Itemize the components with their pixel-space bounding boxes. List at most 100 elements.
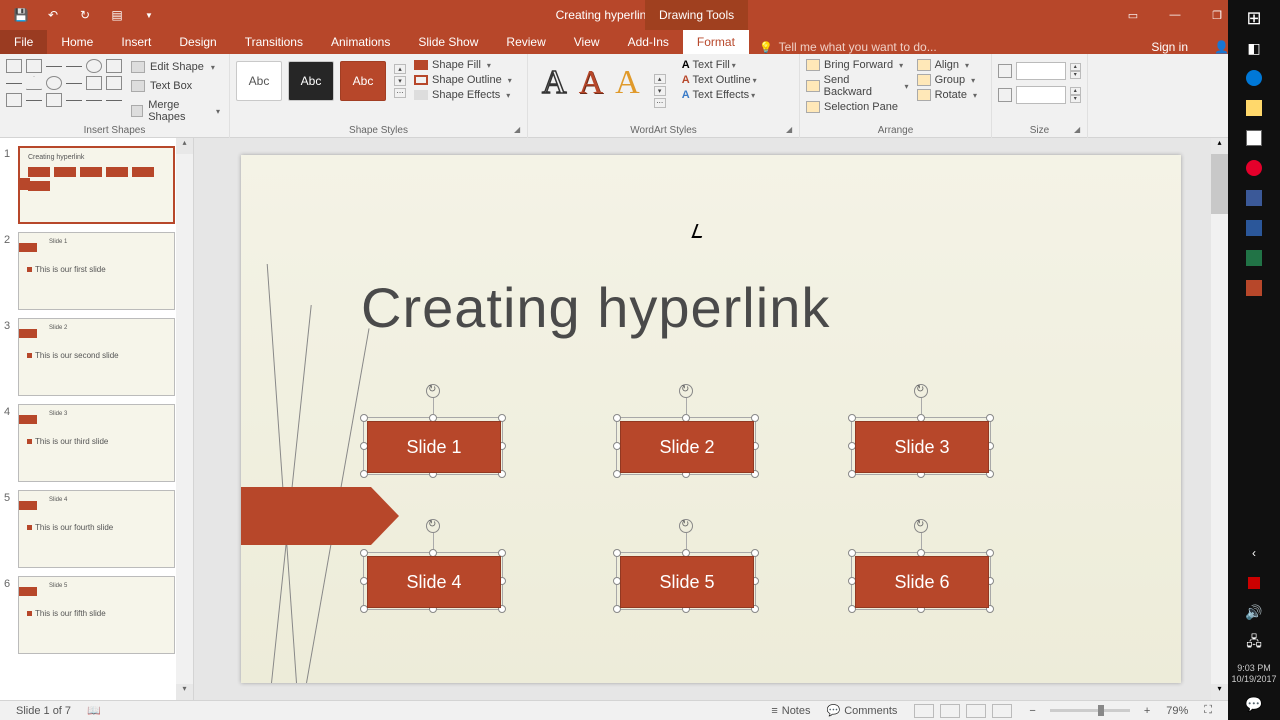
thumbnail-scrollbar[interactable]: ▴ ▾ xyxy=(176,138,193,700)
wordart-preset-1[interactable]: A xyxy=(542,64,567,108)
shape-hyperlink-3[interactable]: Slide 3 xyxy=(851,417,991,475)
height-input[interactable] xyxy=(1016,62,1066,80)
tell-me-search[interactable]: 💡Tell me what you want to do... xyxy=(749,40,937,54)
canvas-scrollbar[interactable]: ▴▾ xyxy=(1211,138,1228,700)
tab-addins[interactable]: Add-Ins xyxy=(614,30,683,54)
zoom-out-button[interactable]: − xyxy=(1021,705,1043,717)
redo-icon[interactable]: ↻ xyxy=(76,6,94,24)
slide-counter[interactable]: Slide 1 of 7 xyxy=(8,705,79,717)
wordart-gallery-more[interactable]: ▴▾⋯ xyxy=(652,64,666,108)
slide-title[interactable]: Creating hyperlink xyxy=(361,275,830,340)
minimize-icon[interactable]: — xyxy=(1154,0,1196,30)
taskbar-word[interactable] xyxy=(1239,214,1269,242)
start-from-beginning-icon[interactable]: ▤ xyxy=(108,6,126,24)
ribbon-display-options-icon[interactable]: ▭ xyxy=(1112,0,1154,30)
rotate-handle[interactable] xyxy=(679,519,693,533)
zoom-in-button[interactable]: + xyxy=(1136,705,1158,717)
shape-styles-dialog-launcher[interactable]: ◢ xyxy=(514,125,524,135)
slide-canvas[interactable]: Creating hyperlink Slide 1 Slide 2 Slide 3… xyxy=(241,155,1181,683)
notes-button[interactable]: ≡ Notes xyxy=(763,705,818,717)
shape-hyperlink-5[interactable]: Slide 5 xyxy=(616,552,756,610)
shape-hyperlink-1[interactable]: Slide 1 xyxy=(363,417,503,475)
shape-style-gallery[interactable]: Abc Abc Abc ▴▾⋯ xyxy=(236,56,406,101)
scroll-down-icon[interactable]: ▾ xyxy=(176,684,193,700)
system-clock[interactable]: 9:03 PM10/19/2017 xyxy=(1231,659,1276,690)
style-preset-2[interactable]: Abc xyxy=(288,61,334,101)
width-input[interactable] xyxy=(1016,86,1066,104)
tray-chevron-icon[interactable]: ‹ xyxy=(1239,539,1269,567)
sign-in-link[interactable]: Sign in xyxy=(1139,40,1200,54)
text-effects-button[interactable]: A Text Effects▾ xyxy=(682,89,757,101)
shape-height-field[interactable]: ▴▾ xyxy=(998,62,1081,80)
tab-file[interactable]: File xyxy=(0,30,47,54)
tab-view[interactable]: View xyxy=(560,30,614,54)
tab-home[interactable]: Home xyxy=(47,30,107,54)
tray-network-icon[interactable]: 🖧 xyxy=(1239,629,1269,657)
text-fill-button[interactable]: A Text Fill▾ xyxy=(682,59,757,71)
taskbar-facebook[interactable] xyxy=(1239,184,1269,212)
shape-hyperlink-2[interactable]: Slide 2 xyxy=(616,417,756,475)
send-backward-button[interactable]: Send Backward▾ xyxy=(806,74,909,98)
undo-icon[interactable]: ↶ xyxy=(44,6,62,24)
bring-forward-button[interactable]: Bring Forward▾ xyxy=(806,59,909,71)
shape-outline-button[interactable]: Shape Outline▾ xyxy=(414,74,512,86)
rotate-handle[interactable] xyxy=(426,519,440,533)
zoom-level[interactable]: 79% xyxy=(1158,705,1196,717)
tab-design[interactable]: Design xyxy=(165,30,230,54)
tab-insert[interactable]: Insert xyxy=(107,30,165,54)
taskbar-store[interactable] xyxy=(1239,124,1269,152)
tab-format[interactable]: Format xyxy=(683,30,749,54)
thumbnail-slide-4[interactable]: 4Slide 3This is our third slide xyxy=(4,404,189,482)
save-icon[interactable]: 💾 xyxy=(12,6,30,24)
rotate-handle[interactable] xyxy=(914,384,928,398)
thumbnail-slide-1[interactable]: 1Creating hyperlink xyxy=(4,146,189,224)
wordart-preset-3[interactable]: A xyxy=(615,64,640,108)
text-outline-button[interactable]: A Text Outline▾ xyxy=(682,74,757,86)
spell-check-icon[interactable]: 📖 xyxy=(79,704,109,717)
text-box-button[interactable]: Text Box xyxy=(128,78,223,94)
shape-fill-button[interactable]: Shape Fill▾ xyxy=(414,59,512,71)
thumbnail-slide-3[interactable]: 3Slide 2This is our second slide xyxy=(4,318,189,396)
shape-width-field[interactable]: ▴▾ xyxy=(998,86,1081,104)
tab-transitions[interactable]: Transitions xyxy=(231,30,317,54)
tab-slideshow[interactable]: Slide Show xyxy=(404,30,492,54)
shapes-gallery[interactable] xyxy=(6,56,122,125)
tray-volume-icon[interactable]: 🔊 xyxy=(1239,599,1269,627)
wordart-dialog-launcher[interactable]: ◢ xyxy=(786,125,796,135)
style-preset-1[interactable]: Abc xyxy=(236,61,282,101)
style-preset-3[interactable]: Abc xyxy=(340,61,386,101)
taskbar-excel[interactable] xyxy=(1239,244,1269,272)
taskbar-edge[interactable] xyxy=(1239,64,1269,92)
shape-effects-button[interactable]: Shape Effects▾ xyxy=(414,89,512,101)
shape-hyperlink-6[interactable]: Slide 6 xyxy=(851,552,991,610)
merge-shapes-button[interactable]: Merge Shapes▾ xyxy=(128,97,223,125)
rotate-handle[interactable] xyxy=(679,384,693,398)
scroll-up-icon[interactable]: ▴ xyxy=(176,138,193,154)
thumbnail-slide-2[interactable]: 2Slide 1This is our first slide xyxy=(4,232,189,310)
group-button[interactable]: Group▾ xyxy=(917,74,977,86)
start-button[interactable]: ⊞ xyxy=(1239,4,1269,32)
taskbar-opera[interactable] xyxy=(1239,154,1269,182)
thumbnail-slide-5[interactable]: 5Slide 4This is our fourth slide xyxy=(4,490,189,568)
zoom-slider[interactable] xyxy=(1050,709,1130,712)
selection-pane-button[interactable]: Selection Pane xyxy=(806,101,909,113)
shape-hyperlink-4[interactable]: Slide 4 xyxy=(363,552,503,610)
align-button[interactable]: Align▾ xyxy=(917,59,977,71)
style-gallery-more[interactable]: ▴▾⋯ xyxy=(392,64,406,98)
task-view-icon[interactable]: ◧ xyxy=(1239,34,1269,62)
edit-shape-button[interactable]: Edit Shape▾ xyxy=(128,59,223,75)
wordart-preset-2[interactable]: A xyxy=(579,64,604,108)
fit-to-window-button[interactable]: ⛶ xyxy=(1196,704,1220,717)
tray-security-icon[interactable] xyxy=(1239,569,1269,597)
taskbar-powerpoint[interactable] xyxy=(1239,274,1269,302)
rotate-button[interactable]: Rotate▾ xyxy=(917,89,977,101)
thumbnail-slide-6[interactable]: 6Slide 5This is our fifth slide xyxy=(4,576,189,654)
rotate-handle[interactable] xyxy=(426,384,440,398)
rotate-handle[interactable] xyxy=(914,519,928,533)
size-dialog-launcher[interactable]: ◢ xyxy=(1074,125,1084,135)
wordart-gallery[interactable]: A A A ▴▾⋯ xyxy=(534,56,674,108)
view-buttons[interactable] xyxy=(905,704,1021,718)
comments-button[interactable]: 💬 Comments xyxy=(819,704,906,717)
action-center-icon[interactable]: 💬 xyxy=(1239,690,1269,718)
tab-review[interactable]: Review xyxy=(492,30,559,54)
